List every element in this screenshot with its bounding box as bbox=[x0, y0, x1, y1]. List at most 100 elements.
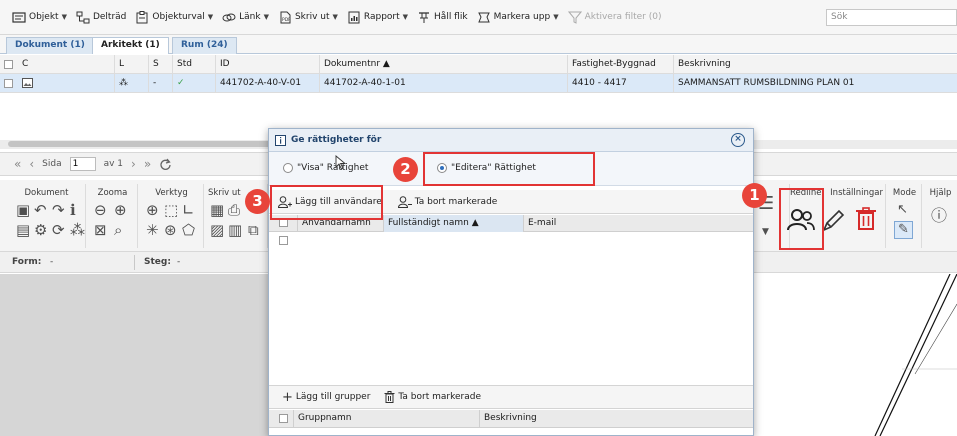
page-number-input[interactable] bbox=[69, 157, 96, 171]
skriv-ut-menu[interactable]: PDF Skriv ut ▼ bbox=[278, 7, 338, 27]
select-area-icon[interactable]: ⬚ bbox=[164, 202, 178, 218]
tab-rum[interactable]: Rum (24) bbox=[172, 37, 237, 54]
document-icon[interactable]: ▤ bbox=[16, 222, 30, 238]
save-icon[interactable]: ▣ bbox=[16, 202, 30, 218]
undo-icon[interactable]: ↶ bbox=[34, 202, 47, 218]
search-input[interactable]: Sök bbox=[826, 9, 957, 26]
column-header-email[interactable]: E-mail bbox=[523, 215, 753, 232]
form-value: - bbox=[50, 257, 54, 267]
hierarchy-icon[interactable]: ⁂ bbox=[70, 222, 85, 238]
chevron-down-icon[interactable]: ▼ bbox=[762, 224, 769, 240]
help-icon[interactable]: ⓘ bbox=[931, 208, 947, 224]
ribbon-label-installningar: Inställningar bbox=[830, 188, 883, 198]
radio-visa-dot[interactable] bbox=[283, 163, 293, 173]
chevron-down-icon: ▼ bbox=[207, 13, 214, 21]
tab-dokument[interactable]: Dokument (1) bbox=[6, 37, 94, 54]
tag-icon[interactable]: ⬠ bbox=[182, 222, 195, 238]
link-icon bbox=[222, 13, 236, 21]
remove-users-button[interactable]: Ta bort markerade bbox=[395, 194, 501, 210]
column-header-l[interactable]: L bbox=[114, 55, 148, 74]
objekturval-menu[interactable]: Objekturval ▼ bbox=[135, 7, 213, 27]
column-header-std[interactable]: Std bbox=[172, 55, 215, 74]
svg-text:PDF: PDF bbox=[282, 17, 291, 23]
close-icon[interactable]: × bbox=[731, 133, 745, 147]
radio-visa-label: "Visa" Rättighet bbox=[297, 163, 369, 173]
user-row-checkbox[interactable] bbox=[279, 236, 288, 245]
column-header-group-beskrivning[interactable]: Beskrivning bbox=[479, 410, 753, 427]
hall-flik-button[interactable]: Håll flik bbox=[417, 7, 468, 27]
pointer-icon[interactable]: ↖ bbox=[897, 202, 908, 218]
column-header-beskrivning[interactable]: Beskrivning bbox=[673, 55, 957, 74]
column-header-s[interactable]: S bbox=[148, 55, 172, 74]
info-icon bbox=[275, 134, 286, 146]
objekt-menu[interactable]: Objekt ▼ bbox=[12, 7, 67, 27]
ribbon-group-mode: Mode ↖ ✎ bbox=[888, 184, 922, 248]
last-page-icon[interactable]: » bbox=[144, 157, 151, 171]
deltrad-button[interactable]: Delträd bbox=[76, 7, 126, 27]
print-icon[interactable]: ⎙ bbox=[228, 202, 240, 218]
document-grid: C L S Std ID Dokumentnr ▲ Fastighet-Bygg… bbox=[0, 55, 957, 93]
settings-icon[interactable]: ⚙ bbox=[34, 222, 47, 238]
page-count-label: av 1 bbox=[103, 159, 124, 169]
target-icon[interactable]: ⊛ bbox=[164, 222, 177, 238]
info-icon[interactable]: ℹ bbox=[70, 202, 76, 218]
report-icon bbox=[348, 11, 360, 23]
export-icon[interactable]: ▥ bbox=[228, 222, 242, 238]
form-divider bbox=[134, 255, 135, 270]
column-header-gruppnamn[interactable]: Gruppnamn bbox=[293, 410, 479, 427]
chevron-down-icon: ▼ bbox=[61, 13, 67, 21]
table-row[interactable]: ⁂ - ✓ 441702-A-40-V-01 441702-A-40-1-01 … bbox=[0, 74, 957, 93]
ribbon-label-mode: Mode bbox=[892, 188, 917, 198]
image-export-icon[interactable]: ▨ bbox=[210, 222, 224, 238]
measure-icon[interactable]: ∟ bbox=[182, 202, 195, 218]
add-groups-button[interactable]: + Lägg till grupper bbox=[279, 388, 373, 407]
pdf-icon[interactable]: ▦ bbox=[210, 202, 224, 218]
copy-icon[interactable]: ⧉ bbox=[248, 222, 259, 238]
radio-visa[interactable]: "Visa" Rättighet bbox=[283, 163, 368, 173]
select-all-checkbox[interactable] bbox=[4, 60, 13, 69]
dialog-title: Ge rättigheter för bbox=[291, 135, 382, 145]
prev-page-icon[interactable]: ‹ bbox=[29, 157, 34, 171]
first-page-icon[interactable]: « bbox=[14, 157, 21, 171]
lank-menu[interactable]: Länk ▼ bbox=[222, 7, 269, 27]
refresh-icon[interactable] bbox=[159, 158, 172, 171]
tab-bar: Dokument (1) Arkitekt (1) Rum (24) bbox=[0, 35, 957, 54]
zoom-out-icon[interactable]: ⊖ bbox=[94, 202, 107, 218]
remove-groups-button[interactable]: Ta bort markerade bbox=[381, 389, 484, 405]
asterisk-icon[interactable]: ✳ bbox=[146, 222, 159, 238]
aktivera-filter-button[interactable]: Aktivera filter (0) bbox=[567, 7, 661, 27]
zoom-in-icon[interactable]: ⊕ bbox=[114, 202, 127, 218]
column-header-fullstandigt-namn[interactable]: Fullständigt namn ▲ bbox=[383, 215, 523, 232]
search-placeholder: Sök bbox=[831, 12, 848, 22]
fit-extent-icon[interactable]: ⊠ bbox=[94, 222, 107, 238]
column-header-fastighet[interactable]: Fastighet-Byggnad bbox=[567, 55, 673, 74]
sync-icon[interactable]: ⟳ bbox=[52, 222, 65, 238]
tab-arkitekt[interactable]: Arkitekt (1) bbox=[92, 37, 169, 54]
crosshair-icon[interactable]: ⊕ bbox=[146, 202, 159, 218]
row-s-cell: - bbox=[148, 74, 172, 93]
rapport-menu[interactable]: Rapport ▼ bbox=[347, 7, 408, 27]
markera-upp-label: Markera upp bbox=[493, 12, 551, 22]
next-page-icon[interactable]: › bbox=[131, 157, 136, 171]
filter-icon bbox=[567, 11, 582, 24]
redo-icon[interactable]: ↷ bbox=[52, 202, 65, 218]
skriv-ut-label: Skriv ut bbox=[294, 12, 330, 22]
step-badge-3: 3 bbox=[245, 189, 270, 214]
column-header-dokumentnr[interactable]: Dokumentnr ▲ bbox=[319, 55, 567, 74]
select-all-groups-checkbox[interactable] bbox=[279, 414, 288, 423]
trash-icon[interactable] bbox=[854, 206, 878, 232]
group-actions-bar: + Lägg till grupper Ta bort markerade bbox=[269, 385, 753, 409]
column-header-id[interactable]: ID bbox=[215, 55, 319, 74]
markera-upp-menu[interactable]: Markera upp ▼ bbox=[477, 7, 559, 27]
chevron-down-icon: ▼ bbox=[263, 13, 269, 21]
zoom-search-icon[interactable]: ⌕ bbox=[114, 222, 122, 238]
main-toolbar: Objekt ▼ Delträd Objekturval ▼ Länk ▼ PDF S… bbox=[0, 0, 957, 35]
row-checkbox[interactable] bbox=[4, 79, 13, 88]
row-std-cell: ✓ bbox=[172, 74, 215, 93]
ribbon-group-dokument: Dokument ▣ ↶ ↷ ℹ ▤ ⚙ ⟳ ⁂ bbox=[8, 184, 86, 248]
ribbon-group-zooma: Zooma ⊖ ⊕ ⊠ ⌕ bbox=[88, 184, 138, 248]
hall-flik-label: Håll flik bbox=[434, 12, 468, 22]
edit-pen-icon[interactable]: ✎ bbox=[894, 221, 913, 239]
lank-label: Länk bbox=[239, 12, 261, 22]
column-header-c[interactable]: C bbox=[18, 55, 114, 74]
